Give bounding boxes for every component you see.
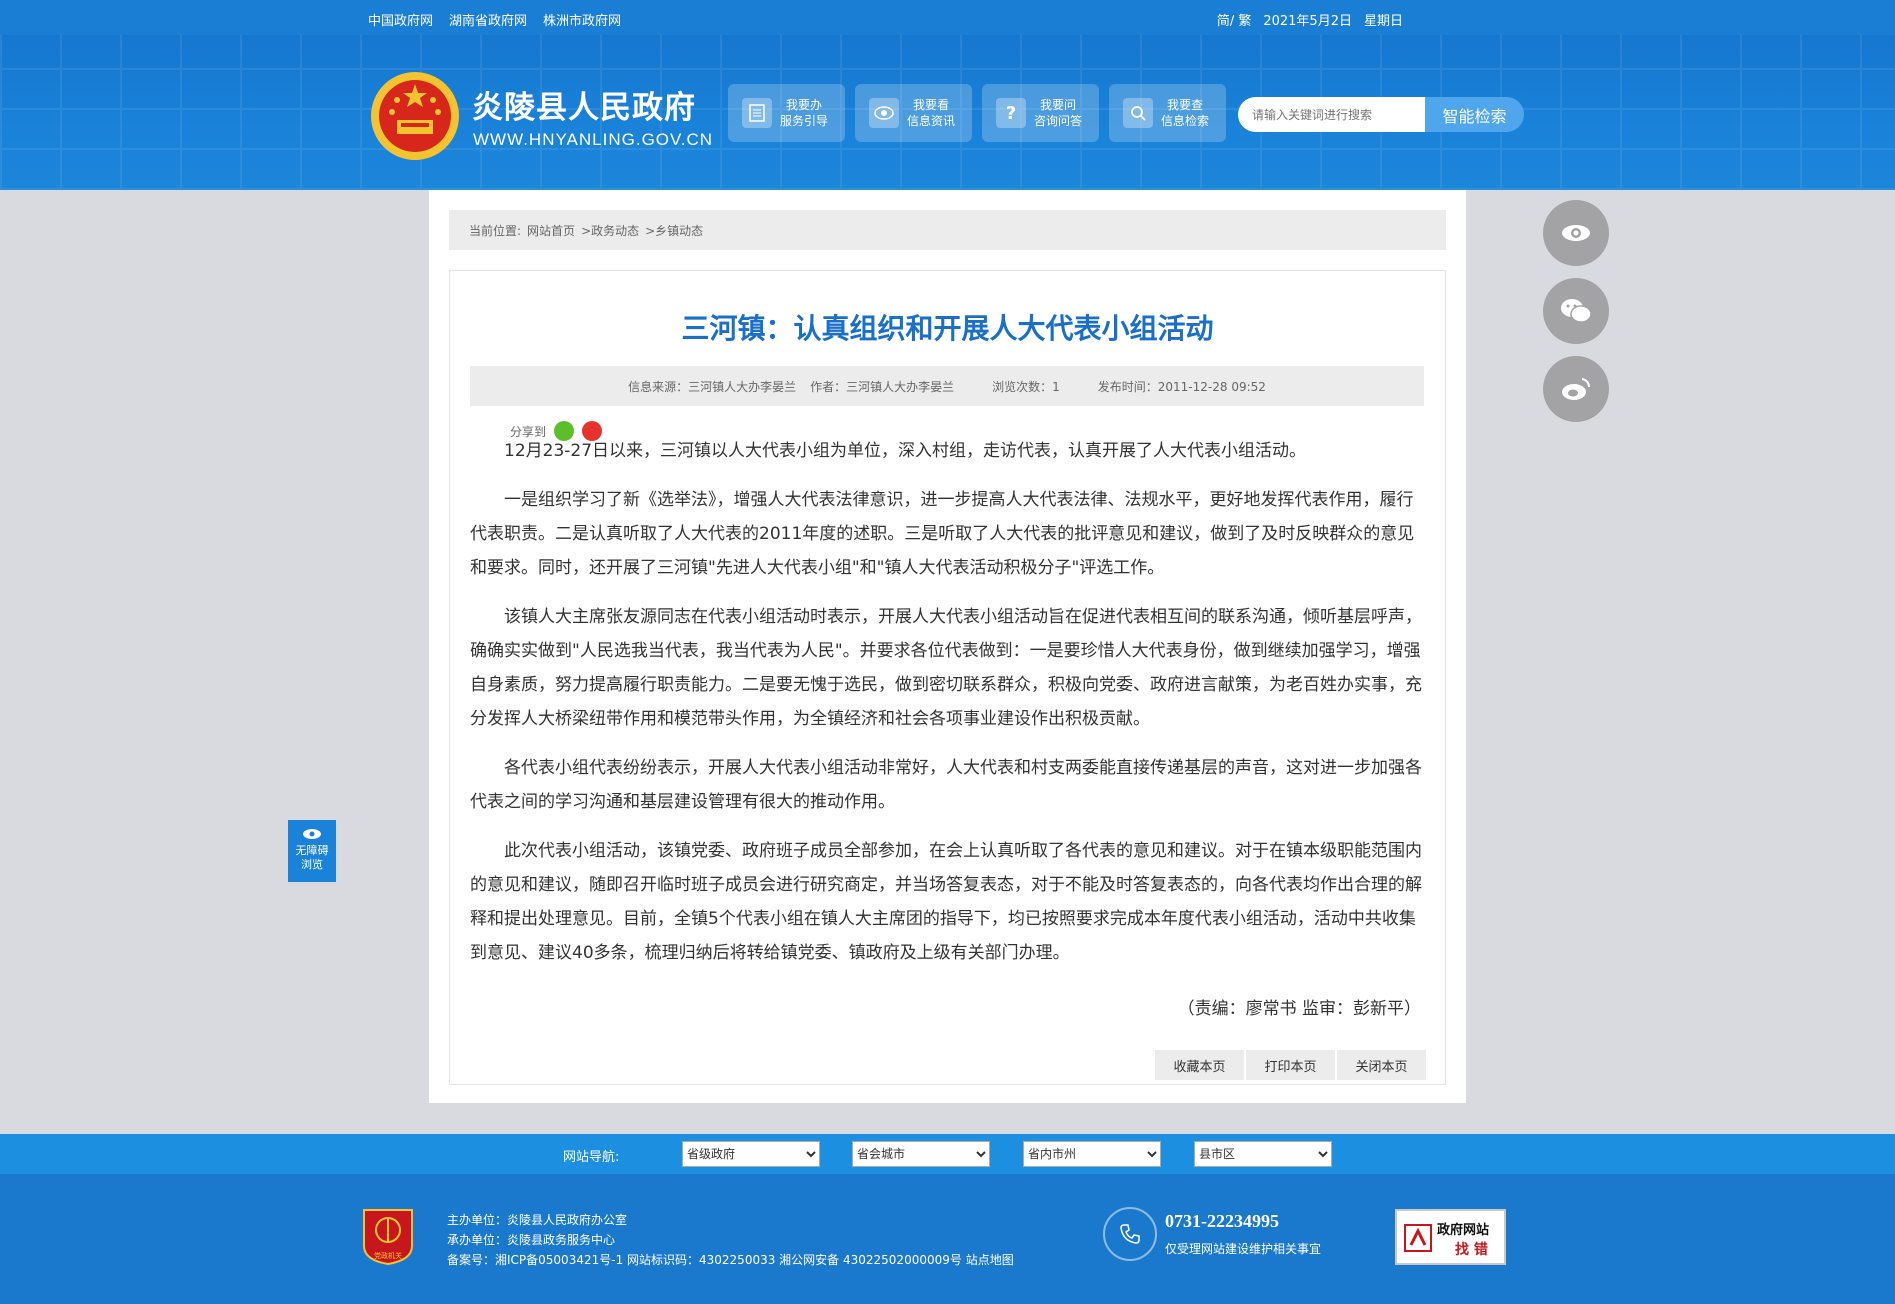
meta-source: 信息来源：三河镇人大办李晏兰 xyxy=(628,379,797,394)
search-input[interactable] xyxy=(1238,97,1426,132)
quick-link-search-title: 我要查 xyxy=(1167,98,1204,112)
article-paragraph: 各代表小组代表纷纷表示，开展人大代表小组活动非常好，人大代表和村支两委能直接传递… xyxy=(470,758,1422,812)
find-error-icon xyxy=(1404,1224,1432,1252)
lang-switch[interactable]: 简/ 繁 xyxy=(1217,10,1252,29)
top-right: 简/ 繁 2021年5月2日 星期日 xyxy=(1217,10,1403,29)
wechat-icon xyxy=(1561,299,1592,323)
eye-icon xyxy=(869,98,899,128)
site-header: 炎陵县人民政府 WWW.HNYANLING.GOV.CN 我要办服务引导 我要看… xyxy=(0,35,1895,190)
article-meta: 信息来源：三河镇人大办李晏兰 作者：三河镇人大办李晏兰 浏览次数：1 发布时间：… xyxy=(470,366,1424,406)
quick-link-ask-sub: 咨询问答 xyxy=(1034,114,1083,128)
footer-host: 主办单位：炎陵县人民政府办公室 xyxy=(447,1213,628,1227)
breadcrumb-label: 当前位置: xyxy=(469,223,522,238)
quick-link-search[interactable]: 我要查 信息检索 xyxy=(1109,84,1226,142)
meta-published: 发布时间：2011-12-28 09:52 xyxy=(1097,379,1266,394)
float-eye-button[interactable] xyxy=(1543,200,1609,266)
footer-nav: 网站导航: 省级政府 省会城市 省内市州 县市区 xyxy=(0,1134,1895,1174)
footer-info: 主办单位：炎陵县人民政府办公室 承办单位：炎陵县政务服务中心 备案号：湘ICP备… xyxy=(447,1210,1014,1270)
footer-nav-label: 网站导航: xyxy=(563,1150,620,1165)
quick-link-service-sub: 服务引导 xyxy=(780,114,829,128)
article-paragraph: 此次代表小组活动，该镇党委、政府班子成员全部参加，在会上认真听取了各代表的意见和… xyxy=(470,841,1422,963)
phone-icon xyxy=(1103,1207,1157,1261)
footer-record[interactable]: 备案号：湘ICP备05003421号-1 网站标识码：4302250033 湘公… xyxy=(447,1250,1014,1270)
footer-organizer: 承办单位：炎陵县政务服务中心 xyxy=(447,1233,616,1247)
quick-link-ask[interactable]: ? 我要问咨询问答 xyxy=(982,84,1099,142)
quick-link-service-title: 我要办 xyxy=(786,98,823,112)
meta-views: 浏览次数：1 xyxy=(992,379,1060,394)
top-links: 中国政府网 湖南省政府网 株洲市政府网 xyxy=(368,10,621,29)
article-paragraph: 一是组织学习了新《选举法》，增强人大代表法律意识，进一步提高人大代表法律、法规水… xyxy=(470,490,1415,578)
weibo-icon xyxy=(1562,378,1591,400)
contact-phone: 0731-22234995 xyxy=(1165,1211,1279,1231)
quick-link-service[interactable]: 我要办 服务引导 xyxy=(728,84,845,142)
article-body: 12月23-27日以来，三河镇以人大代表小组为单位，深入村组，走访代表，认真开展… xyxy=(470,434,1424,985)
quick-link-info-sub: 信息资讯 xyxy=(907,114,956,128)
top-bar: 中国政府网 湖南省政府网 株洲市政府网 简/ 繁 2021年5月2日 星期日 xyxy=(0,0,1895,35)
article: 三河镇：认真组织和开展人大代表小组活动 信息来源：三河镇人大办李晏兰 作者：三河… xyxy=(449,270,1446,1085)
link-china-gov[interactable]: 中国政府网 xyxy=(368,10,433,29)
search-icon xyxy=(1123,98,1153,128)
link-zhuzhou-gov[interactable]: 株洲市政府网 xyxy=(543,10,621,29)
accessibility-label-2: 浏览 xyxy=(301,858,323,871)
quick-link-info[interactable]: 我要看 信息资讯 xyxy=(855,84,972,142)
print-button[interactable]: 打印本页 xyxy=(1246,1050,1335,1080)
float-wechat-button[interactable] xyxy=(1543,278,1609,344)
meta-author: 作者：三河镇人大办李晏兰 xyxy=(810,379,955,394)
current-date: 2021年5月2日 xyxy=(1263,14,1352,29)
article-paragraph: 12月23-27日以来，三河镇以人大代表小组为单位，深入村组，走访代表，认真开展… xyxy=(504,441,1307,461)
main-panel: 当前位置: 网站首页 >政务动态 >乡镇动态 三河镇：认真组织和开展人大代表小组… xyxy=(429,190,1466,1103)
link-hunan-gov[interactable]: 湖南省政府网 xyxy=(449,10,527,29)
select-province-city[interactable]: 省内市州 xyxy=(1023,1141,1161,1167)
search-button[interactable]: 智能检索 xyxy=(1425,97,1524,132)
article-title: 三河镇：认真组织和开展人大代表小组活动 xyxy=(681,312,1214,345)
breadcrumb-town-news[interactable]: >乡镇动态 xyxy=(645,222,703,239)
current-weekday: 星期日 xyxy=(1363,14,1403,29)
float-weibo-button[interactable] xyxy=(1543,356,1609,422)
site-domain: WWW.HNYANLING.GOV.CN xyxy=(473,130,714,149)
eye-icon xyxy=(303,829,321,839)
quick-link-ask-title: 我要问 xyxy=(1040,98,1077,112)
badge-text: 党政机关 xyxy=(374,1251,402,1260)
close-page-button[interactable]: 关闭本页 xyxy=(1337,1050,1426,1080)
find-error-button[interactable]: 政府网站 找 错 xyxy=(1395,1209,1506,1265)
site-title[interactable]: 炎陵县人民政府 xyxy=(472,82,696,127)
quick-link-search-sub: 信息检索 xyxy=(1161,114,1210,128)
accessibility-button[interactable]: 无障碍 浏览 xyxy=(288,820,336,882)
breadcrumb-home[interactable]: 网站首页 xyxy=(527,222,575,239)
quick-link-info-title: 我要看 xyxy=(913,98,950,112)
party-gov-badge-icon[interactable]: 党政机关 xyxy=(362,1206,414,1266)
editor-credit: （责编：廖常书 监审：彭新平） xyxy=(1177,999,1421,1019)
bookmark-button[interactable]: 收藏本页 xyxy=(1155,1050,1244,1080)
article-actions: 收藏本页 打印本页 关闭本页 xyxy=(1155,1050,1426,1080)
site-footer: 党政机关 主办单位：炎陵县人民政府办公室 承办单位：炎陵县政务服务中心 备案号：… xyxy=(0,1174,1895,1304)
select-county[interactable]: 县市区 xyxy=(1194,1141,1332,1167)
select-capital-city[interactable]: 省会城市 xyxy=(852,1141,990,1167)
eye-icon xyxy=(1562,225,1590,241)
breadcrumb: 当前位置: 网站首页 >政务动态 >乡镇动态 xyxy=(449,210,1446,250)
accessibility-label-1: 无障碍 xyxy=(295,844,329,857)
document-icon xyxy=(742,98,772,128)
find-error-label: 找 错 xyxy=(1455,1242,1488,1258)
contact-phone-note: 仅受理网站建设维护相关事宜 xyxy=(1165,1242,1322,1256)
national-emblem-icon[interactable] xyxy=(367,68,463,168)
select-provincial-gov[interactable]: 省级政府 xyxy=(682,1141,820,1167)
article-paragraph: 该镇人大主席张友源同志在代表小组活动时表示，开展人大代表小组活动旨在促进代表相互… xyxy=(470,607,1422,729)
breadcrumb-news[interactable]: >政务动态 xyxy=(581,222,639,239)
question-icon: ? xyxy=(996,98,1026,128)
find-error-title: 政府网站 xyxy=(1437,1223,1490,1238)
